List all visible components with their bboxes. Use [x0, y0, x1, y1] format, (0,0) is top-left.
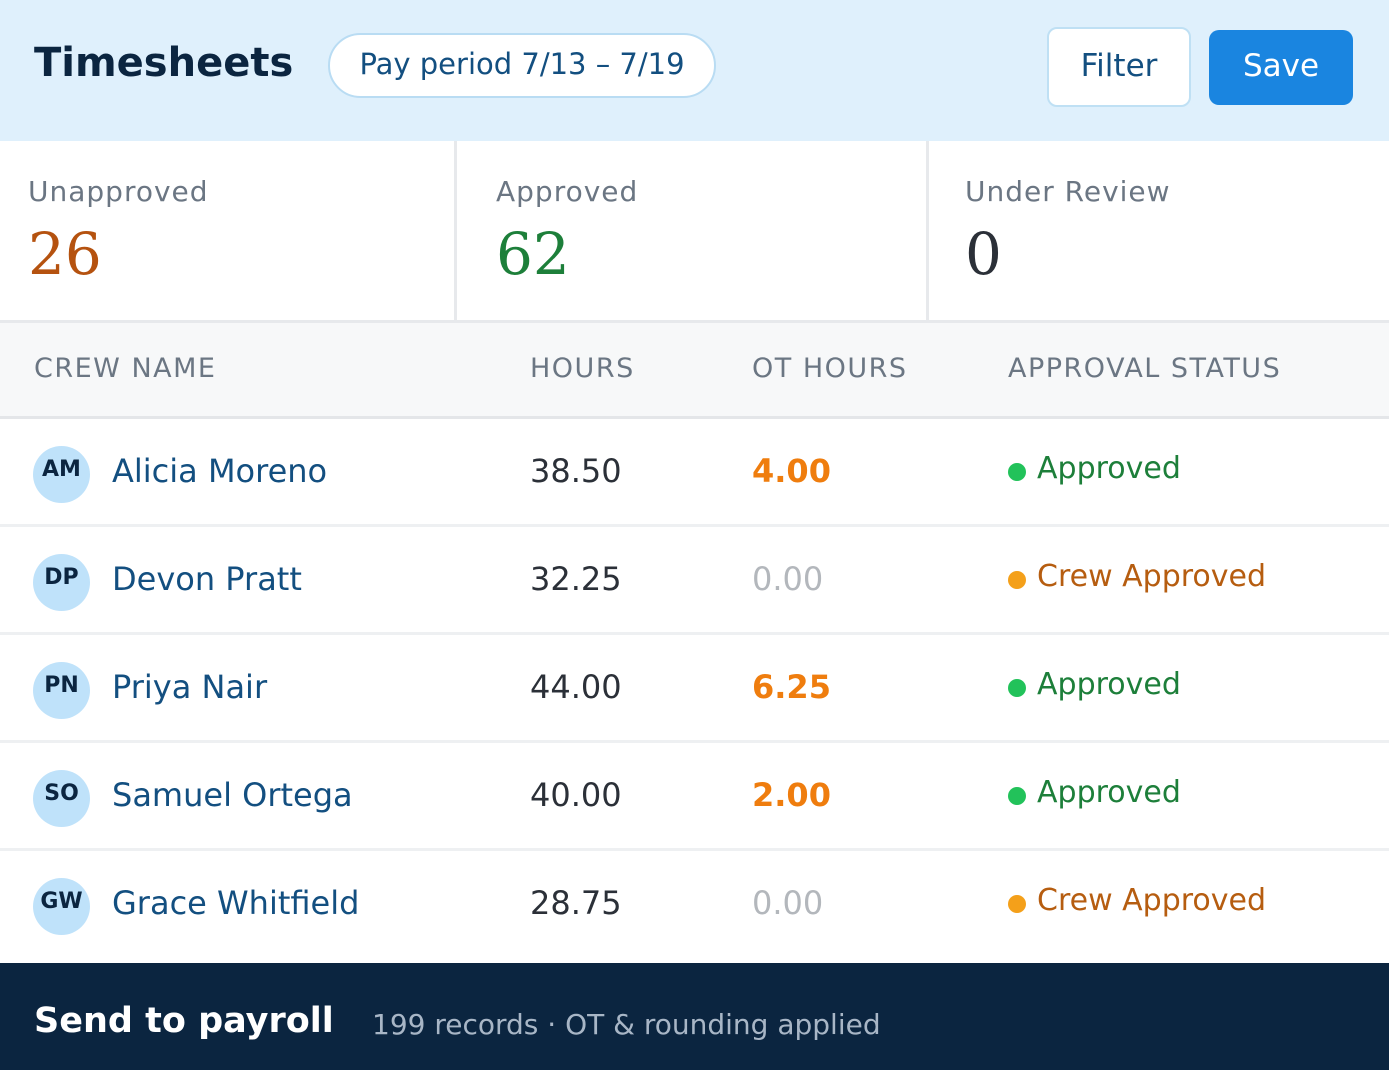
status-badge: Crew Approved [1008, 559, 1266, 594]
stat-value: 26 [28, 220, 102, 288]
hours-value: 44.00 [530, 668, 622, 706]
status-text: Approved [1037, 667, 1181, 702]
column-header-hours[interactable]: HOURS [530, 353, 635, 384]
ot-hours-value: 0.00 [752, 884, 824, 922]
stat-value: 62 [496, 220, 570, 288]
stat-label: Under Review [965, 175, 1171, 208]
send-to-payroll-bar[interactable]: Send to payroll 199 records · OT & round… [0, 963, 1389, 1070]
status-badge: Crew Approved [1008, 883, 1266, 918]
payroll-summary: 199 records · OT & rounding applied [372, 1008, 881, 1041]
stat-label: Approved [496, 175, 639, 208]
status-text: Crew Approved [1037, 883, 1267, 918]
status-dot-icon [1008, 463, 1026, 481]
status-badge: Approved [1008, 667, 1181, 702]
avatar: DP [33, 554, 90, 611]
table-row[interactable]: AM Alicia Moreno 38.50 4.00 Approved [0, 419, 1389, 527]
table-row[interactable]: SO Samuel Ortega 40.00 2.00 Approved [0, 743, 1389, 851]
status-dot-icon [1008, 787, 1026, 805]
crew-name-link[interactable]: Alicia Moreno [112, 452, 327, 490]
summary-stats: Unapproved 26 Approved 62 Under Review 0 [0, 141, 1389, 323]
status-text: Approved [1037, 775, 1181, 810]
status-badge: Approved [1008, 451, 1181, 486]
table-row[interactable]: GW Grace Whitfield 28.75 0.00 Crew Appro… [0, 851, 1389, 959]
avatar: SO [33, 770, 90, 827]
hours-value: 40.00 [530, 776, 622, 814]
avatar: AM [33, 446, 90, 503]
status-badge: Approved [1008, 775, 1181, 810]
crew-name-link[interactable]: Samuel Ortega [112, 776, 353, 814]
send-to-payroll-button[interactable]: Send to payroll [34, 1001, 334, 1041]
ot-hours-value: 2.00 [752, 776, 831, 814]
status-dot-icon [1008, 571, 1026, 589]
stat-unapproved[interactable]: Unapproved 26 [0, 141, 457, 320]
stat-under-review[interactable]: Under Review 0 [929, 141, 1389, 320]
avatar: GW [33, 878, 90, 935]
column-header-crew-name[interactable]: CREW NAME [34, 353, 216, 384]
table-header: CREW NAME HOURS OT HOURS APPROVAL STATUS [0, 323, 1389, 419]
crew-name-link[interactable]: Grace Whitfield [112, 884, 359, 922]
status-text: Crew Approved [1037, 559, 1267, 594]
column-header-approval-status[interactable]: APPROVAL STATUS [1008, 353, 1281, 384]
stat-value: 0 [965, 220, 1002, 288]
pay-period-selector[interactable]: Pay period 7/13 – 7/19 [328, 33, 716, 98]
save-button[interactable]: Save [1209, 30, 1353, 105]
crew-name-link[interactable]: Devon Pratt [112, 560, 302, 598]
table-row[interactable]: PN Priya Nair 44.00 6.25 Approved [0, 635, 1389, 743]
ot-hours-value: 0.00 [752, 560, 824, 598]
ot-hours-value: 6.25 [752, 668, 831, 706]
filter-button[interactable]: Filter [1047, 27, 1191, 107]
status-dot-icon [1008, 679, 1026, 697]
page-title: Timesheets [34, 40, 294, 86]
page-header: Timesheets Pay period 7/13 – 7/19 Filter… [0, 0, 1389, 141]
status-dot-icon [1008, 895, 1026, 913]
hours-value: 28.75 [530, 884, 622, 922]
avatar: PN [33, 662, 90, 719]
stat-label: Unapproved [28, 175, 209, 208]
column-header-ot-hours[interactable]: OT HOURS [752, 353, 908, 384]
crew-name-link[interactable]: Priya Nair [112, 668, 267, 706]
table-row[interactable]: DP Devon Pratt 32.25 0.00 Crew Approved [0, 527, 1389, 635]
hours-value: 32.25 [530, 560, 622, 598]
status-text: Approved [1037, 451, 1181, 486]
ot-hours-value: 4.00 [752, 452, 831, 490]
stat-approved[interactable]: Approved 62 [457, 141, 929, 320]
hours-value: 38.50 [530, 452, 622, 490]
